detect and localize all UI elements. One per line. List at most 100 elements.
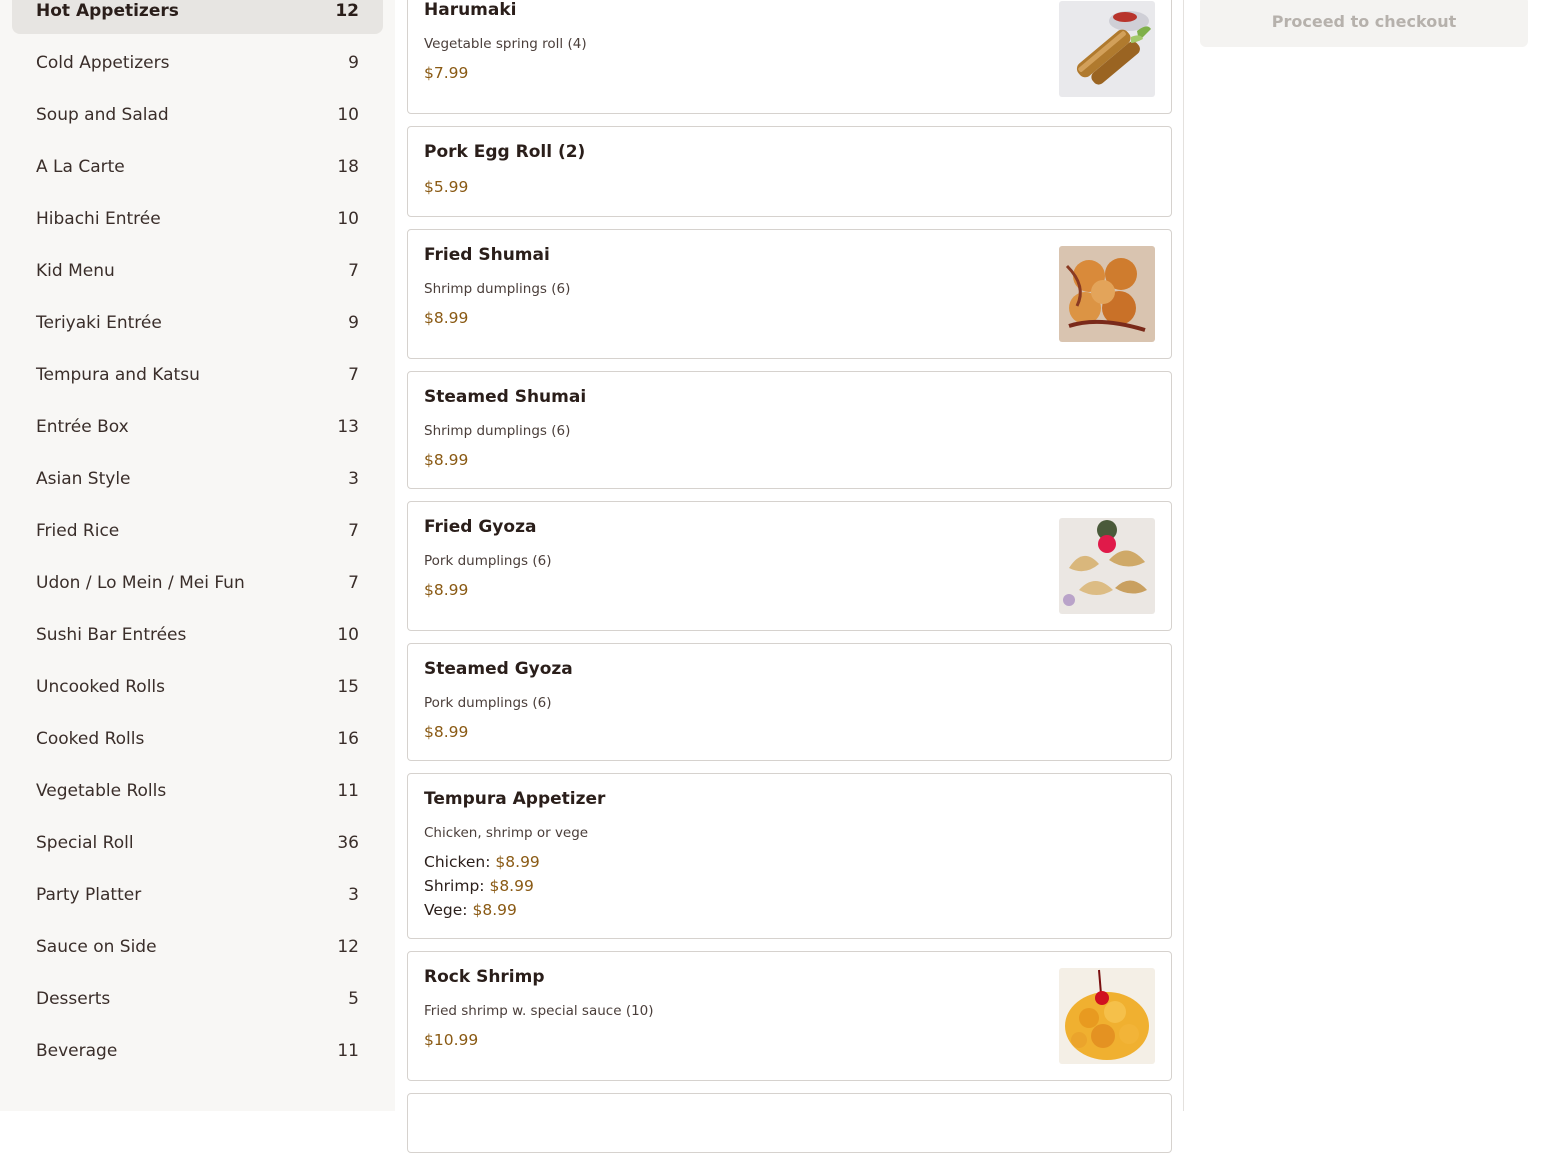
item-price: $8.99 [424, 451, 469, 469]
category-sidebar: Hot Appetizers 12 Cold Appetizers 9 Soup… [0, 0, 395, 1111]
category-label: Kid Menu [36, 261, 115, 281]
category-count: 11 [337, 1041, 359, 1061]
option-price: $8.99 [472, 901, 517, 919]
price-option-shrimp: Shrimp: $8.99 [424, 877, 534, 895]
category-label: Hibachi Entrée [36, 209, 161, 229]
category-label: Desserts [36, 989, 111, 1009]
category-beverage[interactable]: Beverage 11 [12, 1028, 383, 1074]
item-price: $8.99 [424, 581, 469, 599]
category-asian-style[interactable]: Asian Style 3 [12, 456, 383, 502]
category-count: 13 [337, 417, 359, 437]
category-count: 16 [337, 729, 359, 749]
category-count: 9 [348, 313, 359, 333]
rock-shrimp-photo [1059, 968, 1155, 1064]
category-count: 18 [337, 157, 359, 177]
category-count: 36 [337, 833, 359, 853]
category-cooked-rolls[interactable]: Cooked Rolls 16 [12, 716, 383, 762]
option-price: $8.99 [495, 853, 540, 871]
category-label: Sauce on Side [36, 937, 157, 957]
category-label: Cooked Rolls [36, 729, 145, 749]
category-label: Party Platter [36, 885, 142, 905]
category-label: A La Carte [36, 157, 125, 177]
category-hibachi-entree[interactable]: Hibachi Entrée 10 [12, 196, 383, 242]
menu-item-pork-egg-roll[interactable]: Pork Egg Roll (2) $5.99 [407, 126, 1172, 217]
category-count: 9 [348, 53, 359, 73]
category-count: 15 [337, 677, 359, 697]
item-name: Harumaki [424, 0, 517, 20]
category-label: Vegetable Rolls [36, 781, 167, 801]
category-count: 5 [348, 989, 359, 1009]
category-label: Teriyaki Entrée [36, 313, 162, 333]
menu-item-steamed-shumai[interactable]: Steamed Shumai Shrimp dumplings (6) $8.9… [407, 371, 1172, 489]
option-label: Chicken: [424, 853, 491, 871]
item-name: Rock Shrimp [424, 967, 545, 987]
menu-item-tempura-appetizer[interactable]: Tempura Appetizer Chicken, shrimp or veg… [407, 773, 1172, 939]
category-tempura-and-katsu[interactable]: Tempura and Katsu 7 [12, 352, 383, 398]
category-label: Cold Appetizers [36, 53, 170, 73]
category-count: 10 [337, 625, 359, 645]
menu-item-harumaki[interactable]: Harumaki Vegetable spring roll (4) $7.99 [407, 0, 1172, 114]
category-count: 7 [348, 365, 359, 385]
category-label: Entrée Box [36, 417, 129, 437]
column-divider [1183, 0, 1184, 1111]
option-label: Vege: [424, 901, 468, 919]
category-label: Beverage [36, 1041, 118, 1061]
category-count: 7 [348, 573, 359, 593]
category-label: Sushi Bar Entrées [36, 625, 187, 645]
item-description: Vegetable spring roll (4) [424, 36, 587, 52]
item-price: $10.99 [424, 1031, 479, 1049]
category-entree-box[interactable]: Entrée Box 13 [12, 404, 383, 450]
category-soup-and-salad[interactable]: Soup and Salad 10 [12, 92, 383, 138]
menu-item-partial[interactable] [407, 1093, 1172, 1153]
category-count: 7 [348, 521, 359, 541]
price-option-chicken: Chicken: $8.99 [424, 853, 540, 871]
proceed-to-checkout-button[interactable]: Proceed to checkout [1200, 0, 1528, 47]
option-price: $8.99 [489, 877, 534, 895]
item-price: $8.99 [424, 309, 469, 327]
price-option-vege: Vege: $8.99 [424, 901, 517, 919]
item-description: Shrimp dumplings (6) [424, 423, 571, 439]
menu-item-fried-shumai[interactable]: Fried Shumai Shrimp dumplings (6) $8.99 [407, 229, 1172, 359]
menu-item-rock-shrimp[interactable]: Rock Shrimp Fried shrimp w. special sauc… [407, 951, 1172, 1081]
item-description: Fried shrimp w. special sauce (10) [424, 1003, 654, 1019]
category-label: Uncooked Rolls [36, 677, 166, 697]
item-description: Pork dumplings (6) [424, 553, 552, 569]
item-name: Fried Shumai [424, 245, 550, 265]
category-kid-menu[interactable]: Kid Menu 7 [12, 248, 383, 294]
category-count: 10 [337, 209, 359, 229]
category-sauce-on-side[interactable]: Sauce on Side 12 [12, 924, 383, 970]
category-cold-appetizers[interactable]: Cold Appetizers 9 [12, 40, 383, 86]
item-name: Steamed Gyoza [424, 659, 573, 679]
category-label: Special Roll [36, 833, 134, 853]
category-label: Udon / Lo Mein / Mei Fun [36, 573, 245, 593]
item-price: $8.99 [424, 723, 469, 741]
category-hot-appetizers[interactable]: Hot Appetizers 12 [12, 0, 383, 34]
category-party-platter[interactable]: Party Platter 3 [12, 872, 383, 918]
item-price: $7.99 [424, 64, 469, 82]
category-label: Fried Rice [36, 521, 120, 541]
gyoza-photo [1059, 518, 1155, 614]
category-special-roll[interactable]: Special Roll 36 [12, 820, 383, 866]
category-a-la-carte[interactable]: A La Carte 18 [12, 144, 383, 190]
category-count: 12 [337, 937, 359, 957]
spring-roll-photo [1059, 1, 1155, 97]
category-vegetable-rolls[interactable]: Vegetable Rolls 11 [12, 768, 383, 814]
category-fried-rice[interactable]: Fried Rice 7 [12, 508, 383, 554]
menu-item-fried-gyoza[interactable]: Fried Gyoza Pork dumplings (6) $8.99 [407, 501, 1172, 631]
category-udon-lo-mein-mei-fun[interactable]: Udon / Lo Mein / Mei Fun 7 [12, 560, 383, 606]
item-name: Steamed Shumai [424, 387, 587, 407]
category-count: 7 [348, 261, 359, 281]
category-count: 3 [348, 885, 359, 905]
category-sushi-bar-entrees[interactable]: Sushi Bar Entrées 10 [12, 612, 383, 658]
category-uncooked-rolls[interactable]: Uncooked Rolls 15 [12, 664, 383, 710]
category-count: 3 [348, 469, 359, 489]
category-count: 12 [335, 1, 359, 21]
category-label: Soup and Salad [36, 105, 169, 125]
item-description: Shrimp dumplings (6) [424, 281, 571, 297]
category-count: 10 [337, 105, 359, 125]
category-teriyaki-entree[interactable]: Teriyaki Entrée 9 [12, 300, 383, 346]
category-desserts[interactable]: Desserts 5 [12, 976, 383, 1022]
menu-item-steamed-gyoza[interactable]: Steamed Gyoza Pork dumplings (6) $8.99 [407, 643, 1172, 761]
category-count: 11 [337, 781, 359, 801]
item-description: Pork dumplings (6) [424, 695, 552, 711]
